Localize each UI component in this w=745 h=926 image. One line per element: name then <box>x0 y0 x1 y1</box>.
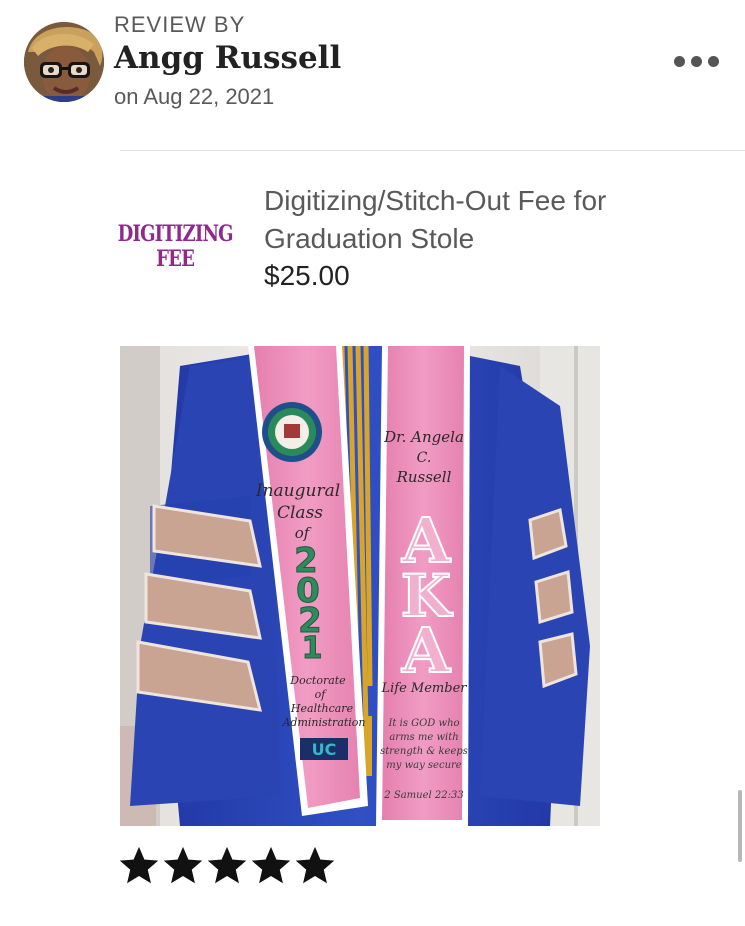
stole-text: Russell <box>396 468 452 486</box>
stole-text: Dr. Angela <box>383 428 464 446</box>
star-icon <box>119 846 159 884</box>
stole-text: Life Member <box>381 681 468 696</box>
avatar-image <box>24 22 104 102</box>
reviewer-avatar[interactable] <box>24 22 104 102</box>
item-thumbnail[interactable]: DIGITIZING FEE <box>116 214 234 280</box>
graduation-gown-photo: Inaugural Class of 2 0 2 1 Doctorate of … <box>120 345 600 826</box>
review-by-label: REVIEW BY <box>114 12 246 37</box>
more-horizontal-icon <box>707 55 719 67</box>
divider <box>120 150 745 151</box>
stole-verse: strength & keeps <box>380 746 468 757</box>
more-options-button[interactable] <box>662 44 730 78</box>
star-icon <box>251 846 291 884</box>
stole-logo: UC <box>312 740 337 759</box>
star-icon <box>295 846 335 884</box>
review-date: on Aug 22, 2021 <box>114 84 275 109</box>
more-horizontal-icon <box>673 55 685 67</box>
stole-verse-ref: 2 Samuel 22:33 <box>383 790 463 801</box>
stole-greek-letter: A <box>401 614 451 687</box>
star-icon <box>163 846 203 884</box>
stole-text: Administration <box>281 716 365 729</box>
stole-text: Healthcare <box>290 702 354 715</box>
reviewer-name[interactable]: Angg Russell <box>114 40 341 76</box>
more-horizontal-icon <box>690 55 702 67</box>
stole-verse: It is GOD who <box>387 718 459 729</box>
item-title-link[interactable]: Digitizing/Stitch-Out Fee for Graduation… <box>264 182 714 258</box>
stole-text: Inaugural <box>255 481 340 501</box>
star-rating <box>118 846 336 886</box>
stole-text: C. <box>417 450 432 466</box>
stole-text: of <box>295 524 312 542</box>
stole-text: Class <box>277 503 323 523</box>
stole-verse: my way secure <box>386 760 462 771</box>
review-photo[interactable]: Inaugural Class of 2 0 2 1 Doctorate of … <box>120 345 600 826</box>
item-price: $25.00 <box>264 260 350 291</box>
thumbnail-text-line1: DIGITIZING <box>117 220 233 247</box>
stole-verse: arms me with <box>389 732 458 743</box>
star-icon <box>207 846 247 884</box>
scrollbar[interactable] <box>738 790 742 862</box>
stole-text: Doctorate <box>289 674 346 687</box>
thumbnail-text-line2: FEE <box>156 246 195 272</box>
stole-year-digit: 1 <box>302 631 323 666</box>
